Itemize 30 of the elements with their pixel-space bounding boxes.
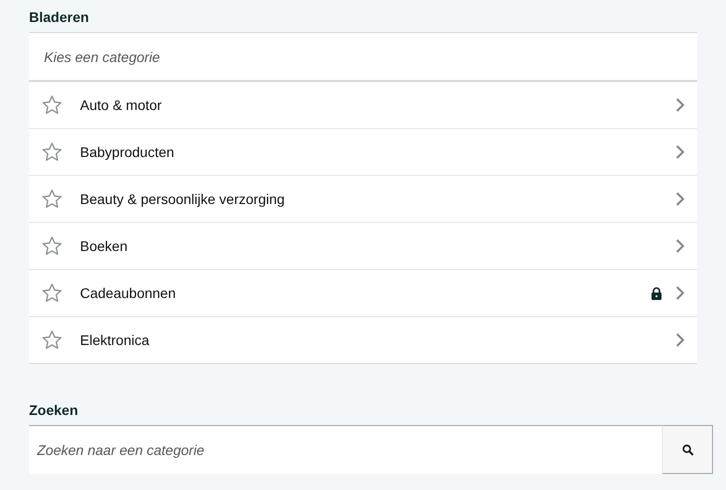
list-subtitle: Kies een categorie (44, 48, 160, 64)
chevron-icon (675, 191, 685, 207)
chevron-icon (675, 238, 685, 254)
star-icon[interactable] (41, 94, 63, 116)
category-label: Babyproducten (80, 144, 176, 160)
category-item[interactable]: Babyproducten (29, 129, 697, 176)
category-item[interactable]: Cadeaubonnen (29, 270, 697, 317)
category-item[interactable]: Auto & motor (29, 82, 697, 129)
chevron-icon (675, 285, 685, 301)
search-icon (682, 444, 694, 456)
category-item[interactable]: Elektronica (29, 317, 697, 363)
search-field[interactable]: Zoeken naar een categorie (29, 425, 662, 474)
star-icon[interactable] (41, 329, 63, 351)
star-icon[interactable] (41, 235, 63, 257)
category-item[interactable]: Beauty & persoonlijke verzorging (29, 176, 697, 223)
category-label: Elektronica (80, 332, 150, 348)
category-item[interactable]: Boeken (29, 223, 697, 270)
chevron-icon (675, 332, 685, 348)
star-icon[interactable] (41, 141, 63, 163)
chevron-icon (675, 97, 685, 113)
category-label: Auto & motor (80, 97, 163, 113)
category-label: Boeken (80, 238, 128, 254)
section-heading: Bladeren (29, 8, 90, 27)
category-label: Cadeaubonnen (80, 285, 177, 301)
star-icon[interactable] (41, 188, 63, 210)
search-button[interactable] (662, 425, 713, 474)
star-icon[interactable] (41, 282, 63, 304)
category-label: Beauty & persoonlijke verzorging (80, 191, 286, 207)
chevron-icon (675, 144, 685, 160)
section-heading: Zoeken (29, 401, 80, 420)
